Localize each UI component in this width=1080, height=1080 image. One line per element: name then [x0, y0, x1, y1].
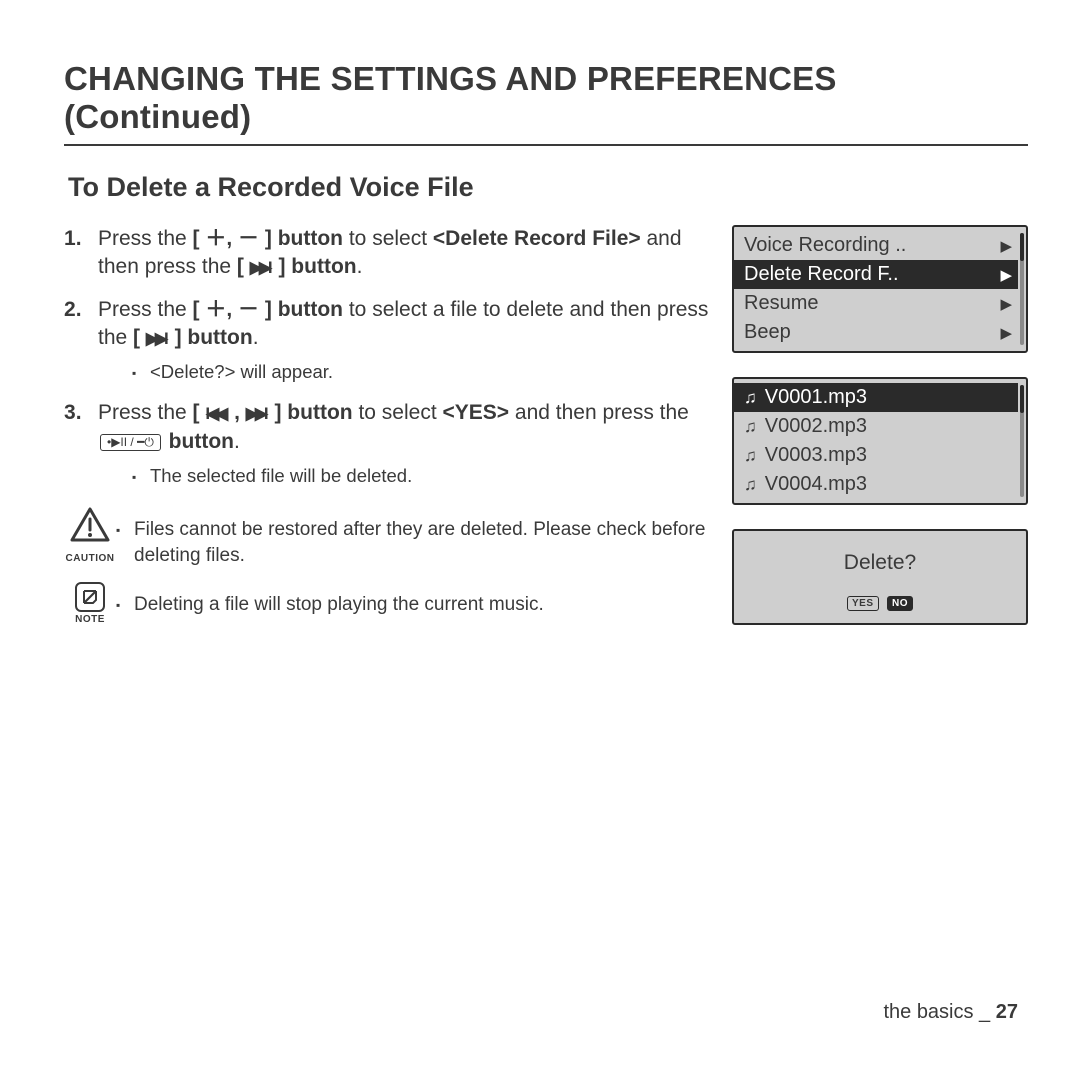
music-note-icon: ♫: [744, 475, 757, 495]
file-item[interactable]: ♫ V0001.mp3: [734, 383, 1018, 412]
play-pause-power-button-glyph: •▶II / ━⏻: [100, 434, 161, 451]
device-screen-file-list: ♫ V0001.mp3 ♫ V0002.mp3 ♫ V0003.mp3 ♫ V0…: [732, 377, 1028, 505]
step-3: Press the [ I◀◀ , ▶▶I ] button to select…: [64, 399, 714, 489]
note-icon: [75, 582, 105, 612]
delete-question: Delete?: [734, 551, 1026, 575]
caution-icon: [70, 507, 110, 543]
page-footer: the basics _ 27: [883, 1001, 1018, 1024]
page-title: CHANGING THE SETTINGS AND PREFERENCES (C…: [64, 60, 1028, 146]
music-note-icon: ♫: [744, 446, 757, 466]
next-icon: ▶▶I: [246, 403, 265, 426]
menu-item-resume[interactable]: Resume▶: [734, 289, 1018, 318]
section-subtitle: To Delete a Recorded Voice File: [68, 172, 1028, 203]
scrollbar-thumb[interactable]: [1020, 385, 1024, 413]
no-button[interactable]: NO: [887, 596, 913, 611]
music-note-icon: ♫: [744, 388, 757, 408]
step-2: Press the [ ＋, － ] button to select a fi…: [64, 296, 714, 386]
step-2-note: <Delete?> will appear.: [132, 360, 714, 385]
chevron-right-icon: ▶: [1000, 237, 1012, 255]
scrollbar-thumb[interactable]: [1020, 233, 1024, 261]
menu-item-beep[interactable]: Beep▶: [734, 318, 1018, 347]
step-1: Press the [ ＋, － ] button to select <Del…: [64, 225, 714, 282]
file-item[interactable]: ♫ V0002.mp3: [734, 412, 1018, 441]
note-text: Deleting a file will stop playing the cu…: [116, 592, 544, 618]
menu-item-voice-recording[interactable]: Voice Recording ..▶: [734, 231, 1018, 260]
next-icon: ▶▶I: [250, 257, 269, 280]
music-note-icon: ♫: [744, 417, 757, 437]
menu-item-delete-record-file[interactable]: Delete Record F..▶: [734, 260, 1018, 289]
step-3-note: The selected file will be deleted.: [132, 464, 714, 489]
chevron-right-icon: ▶: [1000, 266, 1012, 284]
device-screen-delete-confirm: Delete? YES NO: [732, 529, 1028, 625]
next-icon: ▶▶I: [146, 328, 165, 351]
chevron-right-icon: ▶: [1000, 324, 1012, 342]
device-screen-menu: Voice Recording ..▶ Delete Record F..▶ R…: [732, 225, 1028, 353]
instructions: Press the [ ＋, － ] button to select <Del…: [64, 225, 732, 627]
file-item[interactable]: ♫ V0004.mp3: [734, 470, 1018, 499]
caution-block: CAUTION Files cannot be restored after t…: [64, 507, 714, 576]
prev-icon: I◀◀: [205, 403, 224, 426]
file-item[interactable]: ♫ V0003.mp3: [734, 441, 1018, 470]
caution-text: Files cannot be restored after they are …: [116, 517, 714, 568]
yes-button[interactable]: YES: [847, 596, 879, 611]
chevron-right-icon: ▶: [1000, 295, 1012, 313]
note-block: NOTE Deleting a file will stop playing t…: [64, 582, 714, 627]
